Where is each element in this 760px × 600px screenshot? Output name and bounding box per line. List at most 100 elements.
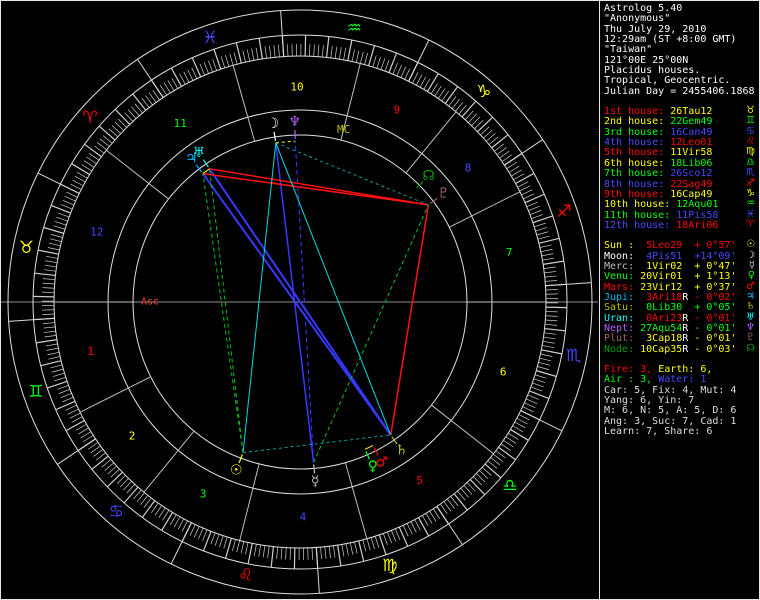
degree-tick <box>193 526 200 538</box>
degree-tick <box>426 73 439 92</box>
house-label: 7th house: <box>604 168 671 180</box>
planet-velocity: - 0°01' <box>688 333 737 345</box>
degree-tick <box>402 525 409 537</box>
chart-info-panel: Astrolog 5.40 "Anonymous" Thu July 29, 201… <box>599 1 759 599</box>
house-number-9: 9 <box>394 104 401 117</box>
degree-tick <box>55 400 76 411</box>
planet-velocity: + 0°05' <box>688 302 737 314</box>
degree-tick <box>524 402 536 409</box>
degree-tick <box>534 374 547 379</box>
sign-boundary-line <box>504 139 543 166</box>
house-number-3: 3 <box>200 487 207 500</box>
planet-position: 10Cap35 <box>640 343 683 355</box>
sign-boundary-line <box>520 410 563 432</box>
degree-tick <box>539 357 552 362</box>
degree-tick <box>537 235 550 240</box>
degree-tick <box>47 247 60 251</box>
degree-tick <box>395 528 401 540</box>
degree-tick <box>45 343 58 347</box>
degree-tick <box>42 287 55 289</box>
planet-velocity: - 0°01' <box>688 312 737 324</box>
degree-tick <box>387 531 392 544</box>
degree-tick <box>40 360 62 367</box>
zodiac-glyph-leo: ♌ <box>238 566 253 586</box>
degree-tick <box>351 49 355 62</box>
house-cusp-line <box>431 404 494 455</box>
degree-tick <box>434 85 442 97</box>
degree-tick <box>519 185 531 192</box>
degree-tick <box>374 536 380 548</box>
degree-tick <box>276 546 279 559</box>
planet-velocity: + 1°13' <box>688 271 737 283</box>
degree-tick <box>208 60 213 73</box>
house-cusp-value: 12Aqu01 <box>676 199 719 211</box>
degree-tick <box>544 275 557 278</box>
sign-boundary-line <box>408 39 430 82</box>
degree-tick <box>347 39 353 61</box>
degree-tick <box>515 172 535 185</box>
house-cusp-value: 11Vir58 <box>670 147 713 159</box>
summary-segment: Car: 5, Fix: 4, Mut: 4 <box>604 384 737 396</box>
house-label: 10th house: <box>604 199 677 211</box>
degree-tick <box>360 51 364 64</box>
house-number-7: 7 <box>506 246 513 259</box>
degree-tick <box>391 530 397 542</box>
planet-position: 1Vir02 <box>640 260 683 272</box>
aspect-line-square <box>389 204 430 436</box>
planet-velocity: - 0°03' <box>688 343 737 355</box>
planet-glyph: ☊ <box>746 342 755 354</box>
wheel-canvas: ♈♉♊♋♌ ♍♎♏♐♑♒♓123456789101112☉☽☿♀♂♃♄♅♆♇☊As… <box>1 9 598 595</box>
degree-tick <box>81 164 93 172</box>
planet-velocity: + 0°57' <box>688 240 737 252</box>
house-label: 12th house: <box>604 219 677 231</box>
sign-boundary-line <box>8 317 55 322</box>
degree-tick <box>539 244 552 248</box>
degree-tick <box>388 52 398 73</box>
degree-tick <box>173 516 181 528</box>
degree-tick <box>181 520 188 532</box>
degree-tick <box>527 394 540 400</box>
degree-tick <box>219 535 224 548</box>
degree-tick <box>521 189 533 196</box>
planet-position: 0Lib30 <box>640 302 683 314</box>
degree-tick <box>362 539 367 552</box>
degree-tick <box>507 432 519 440</box>
degree-tick <box>528 205 540 211</box>
planet-position-list: Sun : 5Leo29 + 0°57' ☉ Moon: 4Pis51 +14°09… <box>604 239 758 355</box>
degree-tick <box>540 353 553 357</box>
house-label: 11th house: <box>604 209 677 221</box>
degree-tick <box>429 510 437 522</box>
planet-position: 3Ari18 <box>640 291 683 303</box>
degree-tick <box>311 547 313 560</box>
degree-tick <box>247 543 253 565</box>
degree-tick <box>171 77 179 89</box>
degree-tick <box>406 523 413 535</box>
summary-segment: Air : 3, <box>604 374 659 386</box>
degree-tick <box>345 543 349 556</box>
degree-tick <box>376 56 381 69</box>
degree-tick <box>54 221 67 226</box>
degree-tick <box>75 423 87 431</box>
degree-tick <box>48 356 61 360</box>
degree-tick <box>541 253 554 257</box>
summary-segment: Earth: 6, <box>658 364 713 375</box>
planet-label: Plut: <box>604 333 641 345</box>
degree-tick <box>531 214 543 219</box>
degree-tick <box>62 397 74 403</box>
house-number-11: 11 <box>174 117 187 130</box>
degree-tick <box>417 517 430 537</box>
degree-tick <box>317 44 320 57</box>
degree-tick <box>258 38 263 59</box>
planet-label: Node: <box>604 343 641 355</box>
house-label: 9th house: <box>604 188 671 200</box>
house-row: 12th house: 18Ari06 ♈ <box>604 219 758 231</box>
degree-tick <box>526 201 538 207</box>
planet-glyph-mercury: ☿ <box>311 473 320 489</box>
degree-tick <box>328 546 331 559</box>
house-number-2: 2 <box>129 430 136 443</box>
degree-tick <box>52 372 65 377</box>
degree-tick <box>253 544 257 556</box>
degree-tick <box>437 88 446 99</box>
degree-tick <box>84 143 102 158</box>
degree-tick <box>57 212 70 218</box>
